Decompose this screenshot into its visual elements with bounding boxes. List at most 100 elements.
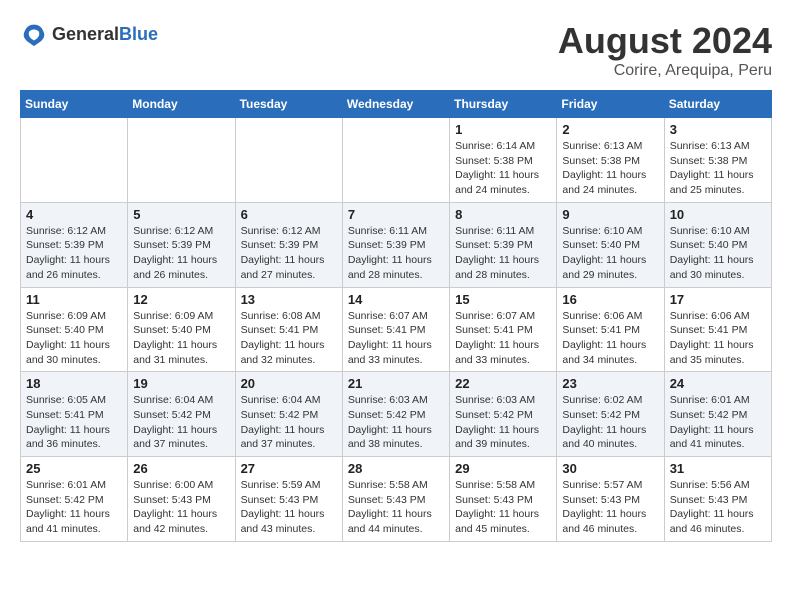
location-title: Corire, Arequipa, Peru [558, 62, 772, 80]
day-number: 13 [241, 292, 337, 307]
day-header-monday: Monday [128, 91, 235, 118]
calendar-day: 27 Sunrise: 5:59 AMSunset: 5:43 PMDayligh… [235, 457, 342, 542]
calendar-day: 30Sunrise: 5:57 AMSunset: 5:43 PMDayligh… [557, 457, 664, 542]
calendar-day: 29 Sunrise: 5:58 AMSunset: 5:43 PMDayligh… [450, 457, 557, 542]
day-info: Sunrise: 6:02 AMSunset: 5:42 PMDaylight:… [562, 393, 658, 452]
calendar-day [128, 118, 235, 203]
day-info: Sunrise: 6:00 AMSunset: 5:43 PMDaylight:… [133, 478, 229, 537]
day-header-thursday: Thursday [450, 91, 557, 118]
day-number: 6 [241, 207, 337, 222]
calendar-day: 22 Sunrise: 6:03 AMSunset: 5:42 PMDayligh… [450, 372, 557, 457]
day-info: Sunrise: 6:12 AMSunset: 5:39 PMDaylight:… [241, 224, 337, 283]
calendar-table: SundayMondayTuesdayWednesdayThursdayFrid… [20, 90, 772, 542]
calendar-day: 18 Sunrise: 6:05 AMSunset: 5:41 PMDayligh… [21, 372, 128, 457]
calendar-week-5: 25Sunrise: 6:01 AMSunset: 5:42 PMDayligh… [21, 457, 772, 542]
day-number: 14 [348, 292, 444, 307]
calendar-day: 5 Sunrise: 6:12 AMSunset: 5:39 PMDaylight… [128, 202, 235, 287]
calendar-day: 3 Sunrise: 6:13 AMSunset: 5:38 PMDaylight… [664, 118, 771, 203]
day-info: Sunrise: 6:06 AMSunset: 5:41 PMDaylight:… [562, 309, 658, 368]
day-number: 4 [26, 207, 122, 222]
day-info: Sunrise: 5:59 AMSunset: 5:43 PMDaylight:… [241, 478, 337, 537]
day-info: Sunrise: 6:13 AMSunset: 5:38 PMDaylight:… [670, 139, 766, 198]
calendar-day: 10 Sunrise: 6:10 AMSunset: 5:40 PMDayligh… [664, 202, 771, 287]
day-number: 12 [133, 292, 229, 307]
calendar-day: 2Sunrise: 6:13 AMSunset: 5:38 PMDaylight… [557, 118, 664, 203]
calendar-week-3: 11 Sunrise: 6:09 AMSunset: 5:40 PMDayligh… [21, 287, 772, 372]
day-number: 26 [133, 461, 229, 476]
day-number: 20 [241, 376, 337, 391]
day-number: 29 [455, 461, 551, 476]
day-info: Sunrise: 6:09 AMSunset: 5:40 PMDaylight:… [133, 309, 229, 368]
page-header: GeneralBlue August 2024 Corire, Arequipa… [20, 20, 772, 80]
calendar-day [342, 118, 449, 203]
day-info: Sunrise: 6:10 AMSunset: 5:40 PMDaylight:… [670, 224, 766, 283]
day-info: Sunrise: 6:12 AMSunset: 5:39 PMDaylight:… [133, 224, 229, 283]
day-info: Sunrise: 6:03 AMSunset: 5:42 PMDaylight:… [455, 393, 551, 452]
day-number: 28 [348, 461, 444, 476]
calendar-day: 28 Sunrise: 5:58 AMSunset: 5:43 PMDayligh… [342, 457, 449, 542]
day-info: Sunrise: 6:11 AMSunset: 5:39 PMDaylight:… [455, 224, 551, 283]
day-info: Sunrise: 6:01 AMSunset: 5:42 PMDaylight:… [670, 393, 766, 452]
calendar-day [235, 118, 342, 203]
day-info: Sunrise: 5:58 AMSunset: 5:43 PMDaylight:… [348, 478, 444, 537]
day-number: 27 [241, 461, 337, 476]
day-number: 16 [562, 292, 658, 307]
day-info: Sunrise: 6:13 AMSunset: 5:38 PMDaylight:… [562, 139, 658, 198]
day-number: 22 [455, 376, 551, 391]
day-info: Sunrise: 6:01 AMSunset: 5:42 PMDaylight:… [26, 478, 122, 537]
calendar-day: 13 Sunrise: 6:08 AMSunset: 5:41 PMDayligh… [235, 287, 342, 372]
calendar-day: 4 Sunrise: 6:12 AMSunset: 5:39 PMDaylight… [21, 202, 128, 287]
day-number: 23 [562, 376, 658, 391]
header-row: SundayMondayTuesdayWednesdayThursdayFrid… [21, 91, 772, 118]
day-header-wednesday: Wednesday [342, 91, 449, 118]
day-number: 8 [455, 207, 551, 222]
day-info: Sunrise: 6:12 AMSunset: 5:39 PMDaylight:… [26, 224, 122, 283]
day-header-sunday: Sunday [21, 91, 128, 118]
calendar-day: 24 Sunrise: 6:01 AMSunset: 5:42 PMDayligh… [664, 372, 771, 457]
day-info: Sunrise: 5:58 AMSunset: 5:43 PMDaylight:… [455, 478, 551, 537]
day-info: Sunrise: 6:03 AMSunset: 5:42 PMDaylight:… [348, 393, 444, 452]
day-number: 11 [26, 292, 122, 307]
calendar-day: 17Sunrise: 6:06 AMSunset: 5:41 PMDayligh… [664, 287, 771, 372]
calendar-day: 15 Sunrise: 6:07 AMSunset: 5:41 PMDayligh… [450, 287, 557, 372]
calendar-day: 19Sunrise: 6:04 AMSunset: 5:42 PMDayligh… [128, 372, 235, 457]
day-info: Sunrise: 5:57 AMSunset: 5:43 PMDaylight:… [562, 478, 658, 537]
logo-blue-text: Blue [119, 24, 158, 44]
calendar-day: 9Sunrise: 6:10 AMSunset: 5:40 PMDaylight… [557, 202, 664, 287]
calendar-day: 16 Sunrise: 6:06 AMSunset: 5:41 PMDayligh… [557, 287, 664, 372]
day-info: Sunrise: 6:09 AMSunset: 5:40 PMDaylight:… [26, 309, 122, 368]
day-info: Sunrise: 6:10 AMSunset: 5:40 PMDaylight:… [562, 224, 658, 283]
day-info: Sunrise: 6:04 AMSunset: 5:42 PMDaylight:… [241, 393, 337, 452]
calendar-week-2: 4 Sunrise: 6:12 AMSunset: 5:39 PMDaylight… [21, 202, 772, 287]
calendar-day: 7Sunrise: 6:11 AMSunset: 5:39 PMDaylight… [342, 202, 449, 287]
day-number: 15 [455, 292, 551, 307]
day-info: Sunrise: 6:04 AMSunset: 5:42 PMDaylight:… [133, 393, 229, 452]
title-block: August 2024 Corire, Arequipa, Peru [558, 20, 772, 80]
day-number: 24 [670, 376, 766, 391]
calendar-day: 6 Sunrise: 6:12 AMSunset: 5:39 PMDaylight… [235, 202, 342, 287]
calendar-day: 11 Sunrise: 6:09 AMSunset: 5:40 PMDayligh… [21, 287, 128, 372]
day-header-saturday: Saturday [664, 91, 771, 118]
day-info: Sunrise: 6:14 AMSunset: 5:38 PMDaylight:… [455, 139, 551, 198]
calendar-day: 12 Sunrise: 6:09 AMSunset: 5:40 PMDayligh… [128, 287, 235, 372]
calendar-day: 21 Sunrise: 6:03 AMSunset: 5:42 PMDayligh… [342, 372, 449, 457]
day-number: 10 [670, 207, 766, 222]
calendar-day: 14Sunrise: 6:07 AMSunset: 5:41 PMDayligh… [342, 287, 449, 372]
day-info: Sunrise: 6:08 AMSunset: 5:41 PMDaylight:… [241, 309, 337, 368]
month-title: August 2024 [558, 20, 772, 62]
day-number: 17 [670, 292, 766, 307]
day-info: Sunrise: 6:11 AMSunset: 5:39 PMDaylight:… [348, 224, 444, 283]
calendar-day: 8 Sunrise: 6:11 AMSunset: 5:39 PMDaylight… [450, 202, 557, 287]
calendar-week-4: 18 Sunrise: 6:05 AMSunset: 5:41 PMDayligh… [21, 372, 772, 457]
day-info: Sunrise: 6:07 AMSunset: 5:41 PMDaylight:… [455, 309, 551, 368]
day-number: 3 [670, 122, 766, 137]
calendar-day: 20 Sunrise: 6:04 AMSunset: 5:42 PMDayligh… [235, 372, 342, 457]
calendar-week-1: 1Sunrise: 6:14 AMSunset: 5:38 PMDaylight… [21, 118, 772, 203]
day-info: Sunrise: 6:05 AMSunset: 5:41 PMDaylight:… [26, 393, 122, 452]
day-number: 5 [133, 207, 229, 222]
day-number: 31 [670, 461, 766, 476]
day-number: 21 [348, 376, 444, 391]
day-number: 18 [26, 376, 122, 391]
calendar-day: 23 Sunrise: 6:02 AMSunset: 5:42 PMDayligh… [557, 372, 664, 457]
logo: GeneralBlue [20, 20, 158, 48]
